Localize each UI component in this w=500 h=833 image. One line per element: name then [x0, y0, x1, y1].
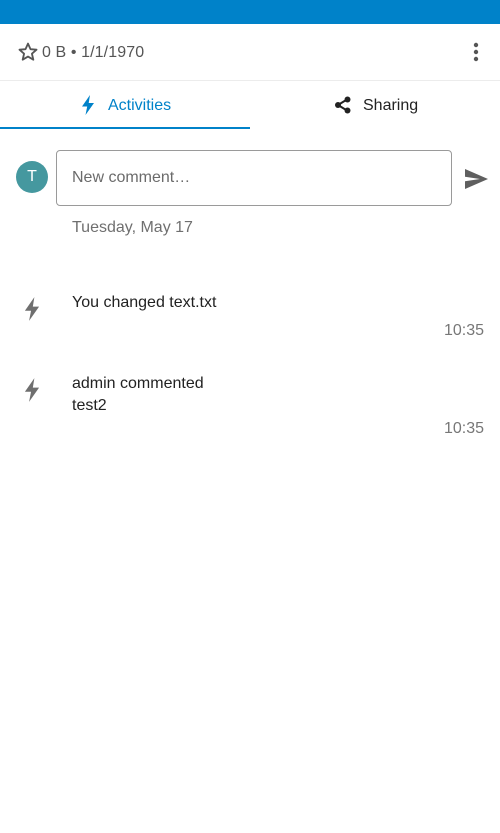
comment-input[interactable]: [56, 150, 452, 206]
activity-text: You changed text.txt: [72, 294, 217, 311]
tab-activities[interactable]: Activities: [0, 82, 250, 129]
tab-selected-indicator: [0, 127, 250, 129]
lightning-icon: [20, 377, 44, 403]
tab-sharing[interactable]: Sharing: [250, 82, 500, 129]
activity-text: admin commented: [72, 375, 204, 392]
comment-text: test2: [72, 397, 107, 414]
tab-bar: Activities Sharing: [0, 82, 500, 129]
activity-date-header: Tuesday, May 17: [72, 219, 193, 236]
avatar: T: [16, 161, 48, 193]
activity-time: 10:35: [443, 322, 484, 339]
activity-time: 10:35: [443, 420, 484, 437]
lightning-icon: [20, 296, 44, 322]
send-icon[interactable]: [463, 166, 489, 192]
share-icon: [333, 94, 353, 116]
file-details-header: 0 B • 1/1/1970: [0, 24, 500, 81]
tab-sharing-label: Sharing: [363, 97, 419, 114]
star-outline-icon[interactable]: [17, 41, 39, 63]
tab-activities-label: Activities: [108, 97, 172, 114]
lightning-icon: [78, 94, 98, 116]
file-size-date: 0 B • 1/1/1970: [42, 44, 145, 61]
more-vertical-icon[interactable]: [466, 40, 486, 64]
status-bar: [0, 0, 500, 24]
